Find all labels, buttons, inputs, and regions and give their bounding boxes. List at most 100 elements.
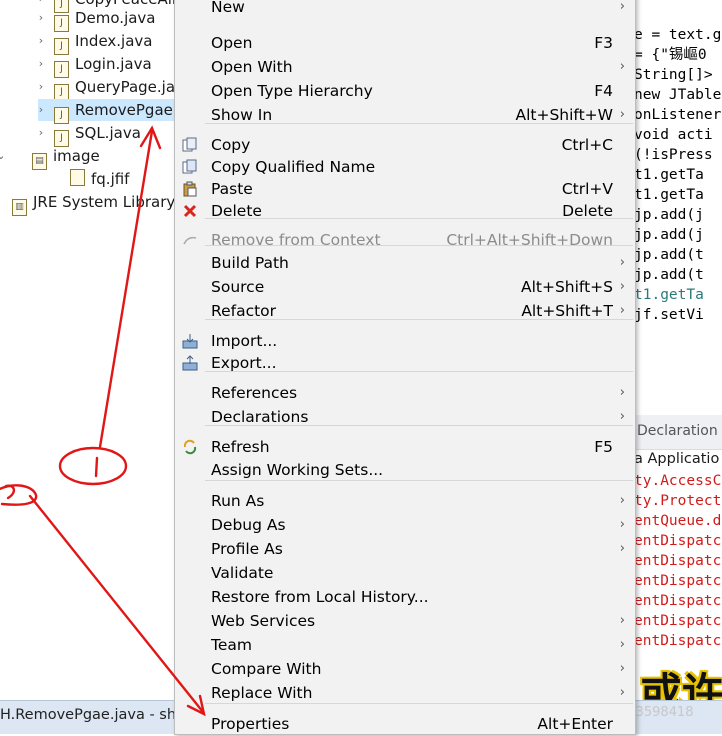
- menu-separator: [205, 480, 633, 481]
- chevron-right-icon[interactable]: ›: [36, 53, 46, 75]
- chevron-right-icon: ›: [619, 0, 625, 14]
- tree-item-label: image: [53, 147, 100, 165]
- menu-item-label: Profile As: [211, 540, 283, 558]
- code-line: t1.getTa: [634, 187, 704, 203]
- menu-item-properties[interactable]: Properties Alt+Enter: [175, 712, 635, 736]
- tree-item-8[interactable]: fq.jfif: [70, 168, 129, 190]
- menu-item-open[interactable]: Open F3: [175, 31, 635, 55]
- chevron-right-icon[interactable]: ›: [36, 30, 46, 52]
- tree-item-1[interactable]: › J Demo.java: [36, 7, 156, 32]
- menu-item-shortcut: F5: [594, 438, 613, 456]
- chevron-right-icon[interactable]: ›: [36, 122, 46, 144]
- delete-icon: [183, 204, 197, 218]
- chevron-right-icon: ›: [619, 255, 625, 270]
- tree-item-label: Demo.java: [75, 9, 156, 27]
- menu-item-web-services[interactable]: Web Services ›: [175, 609, 635, 633]
- tree-item-7[interactable]: ⌄ ▤ image: [0, 145, 100, 170]
- status-text: H.RemovePgae.java - she: [0, 707, 185, 723]
- console-line[interactable]: entDispatch: [634, 531, 722, 551]
- code-line: new JTable: [634, 87, 722, 103]
- chevron-right-icon: ›: [619, 541, 625, 556]
- menu-item-references[interactable]: References ›: [175, 381, 635, 405]
- export-icon: [182, 355, 198, 371]
- menu-item-label: Properties: [211, 715, 290, 733]
- menu-item-copy[interactable]: Copy Ctrl+C: [175, 133, 635, 157]
- menu-item-build-path[interactable]: Build Path ›: [175, 251, 635, 275]
- menu-item-label: Replace With: [211, 684, 313, 702]
- code-line: String[]>: [634, 67, 713, 83]
- menu-item-label: Source: [211, 278, 265, 296]
- tab-declaration[interactable]: Declaration: [637, 423, 718, 439]
- menu-item-shortcut: Delete: [562, 202, 613, 220]
- tree-item-6[interactable]: › J SQL.java: [36, 122, 141, 147]
- chevron-right-icon: ›: [619, 517, 625, 532]
- menu-separator: [205, 703, 633, 704]
- menu-item-shortcut: Ctrl+V: [561, 180, 613, 198]
- menu-item-label: Import...: [211, 332, 278, 350]
- menu-item-replace-with[interactable]: Replace With ›: [175, 681, 635, 705]
- console-line[interactable]: ty.Protecti: [634, 491, 722, 511]
- console-line[interactable]: ty.AccessCo: [634, 471, 722, 491]
- menu-separator: [205, 319, 633, 320]
- menu-item-source[interactable]: Source Alt+Shift+S ›: [175, 275, 635, 299]
- tree-item-4[interactable]: › J QueryPage.java: [36, 76, 193, 101]
- menu-item-label: New: [211, 0, 245, 16]
- chevron-right-icon[interactable]: ›: [36, 99, 46, 121]
- context-menu: New › Open F3 Open With › Open Type Hierarchy F…: [174, 0, 636, 735]
- menu-item-shortcut: Ctrl+C: [561, 136, 613, 154]
- console-line[interactable]: entDispatch: [634, 591, 722, 611]
- menu-item-team[interactable]: Team ›: [175, 633, 635, 657]
- console-line[interactable]: entDispatch: [634, 611, 722, 631]
- chevron-down-icon[interactable]: ⌄: [0, 145, 6, 167]
- tree-item-2[interactable]: › J Index.java: [36, 30, 153, 55]
- console-line[interactable]: entQueue.di: [634, 511, 722, 531]
- menu-item-shortcut: F3: [594, 34, 613, 52]
- menu-item-label: Remove from Context: [211, 231, 381, 249]
- menu-separator: [205, 425, 633, 426]
- menu-item-open-type-hierarchy[interactable]: Open Type Hierarchy F4: [175, 79, 635, 103]
- console-line[interactable]: entDispatch: [634, 551, 722, 571]
- menu-item-run-as[interactable]: Run As ›: [175, 489, 635, 513]
- menu-item-paste[interactable]: Paste Ctrl+V: [175, 177, 635, 201]
- menu-item-label: References: [211, 384, 298, 402]
- chevron-right-icon[interactable]: ›: [36, 7, 46, 29]
- chevron-right-icon: ›: [619, 685, 625, 700]
- menu-item-open-with[interactable]: Open With ›: [175, 55, 635, 79]
- console-view: Declaration a Applicatio ty.AccessCo ty.P…: [634, 415, 722, 700]
- console-line[interactable]: entDispatch: [634, 571, 722, 591]
- paste-icon: [183, 181, 197, 197]
- tree-item-label: fq.jfif: [91, 170, 130, 188]
- menu-item-label: Paste: [211, 180, 253, 198]
- code-editor[interactable]: e = text.g = {"锡嶇0 String[]> new JTable onL…: [634, 0, 722, 390]
- menu-item-assign-working-sets[interactable]: Assign Working Sets...: [175, 458, 635, 482]
- menu-item-label: Validate: [211, 564, 274, 582]
- code-line: onListener: [634, 107, 722, 123]
- console-line[interactable]: entDispatch: [634, 631, 722, 651]
- menu-item-refresh[interactable]: Refresh F5: [175, 435, 635, 459]
- menu-item-delete[interactable]: Delete Delete: [175, 199, 635, 223]
- menu-item-label: Compare With: [211, 660, 322, 678]
- chevron-right-icon[interactable]: ›: [36, 76, 46, 98]
- menu-item-debug-as[interactable]: Debug As ›: [175, 513, 635, 537]
- menu-item-profile-as[interactable]: Profile As ›: [175, 537, 635, 561]
- menu-item-validate[interactable]: Validate: [175, 561, 635, 585]
- console-title: a Applicatio: [634, 451, 720, 467]
- menu-item-new[interactable]: New ›: [175, 0, 635, 19]
- package-explorer: ›JCopyPeaceAllJ...›JDemo.java›JIndex.jav…: [0, 0, 210, 700]
- tree-item-9[interactable]: ›▥JRE System Library: [12, 191, 175, 216]
- menu-item-compare-with[interactable]: Compare With ›: [175, 657, 635, 681]
- package-folder-icon: ▤: [32, 153, 47, 170]
- tree-item-label: Index.java: [75, 32, 153, 50]
- chevron-right-icon: ›: [619, 59, 625, 74]
- console-tabbar: Declaration: [634, 415, 722, 450]
- code-line: void acti: [634, 127, 713, 143]
- menu-item-label: Open Type Hierarchy: [211, 82, 373, 100]
- menu-item-remove-from-context[interactable]: Remove from Context Ctrl+Alt+Shift+Down: [175, 228, 635, 252]
- menu-item-restore-from-local-history[interactable]: Restore from Local History...: [175, 585, 635, 609]
- library-icon: ▥: [12, 199, 27, 216]
- chevron-right-icon: ›: [619, 385, 625, 400]
- menu-item-copy-qualified-name[interactable]: Copy Qualified Name: [175, 155, 635, 179]
- tree-item-3[interactable]: › J Login.java: [36, 53, 152, 78]
- tree-item-label: SQL.java: [75, 124, 141, 142]
- menu-item-import[interactable]: Import...: [175, 329, 635, 353]
